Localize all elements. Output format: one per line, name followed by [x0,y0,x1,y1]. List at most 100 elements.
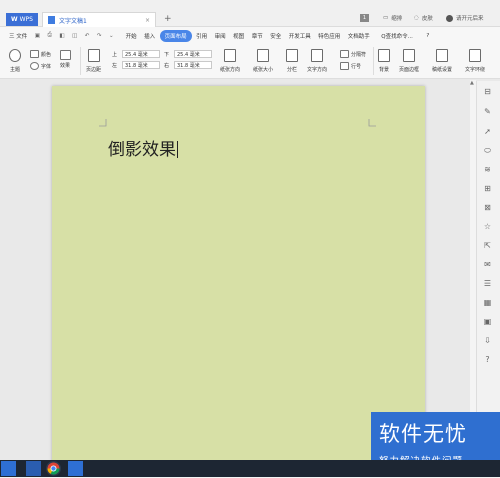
skin-icon: ◌ [414,15,419,21]
page-border-button[interactable]: 页面边框 [399,49,419,73]
font-icon [30,62,39,70]
background-button[interactable]: 背景 [378,49,390,73]
undo-icon[interactable]: ↶ [82,31,93,41]
effect-icon [60,50,71,60]
start-icon[interactable] [1,461,16,476]
paper-size-button[interactable]: 纸张大小 [253,49,273,73]
background-label: 背景 [378,67,389,73]
tab-developer[interactable]: 开发工具 [286,30,314,42]
margin-left-input[interactable]: 31.8 毫米 [122,61,160,69]
save-icon[interactable]: ▣ [32,31,43,41]
share-icon[interactable]: ⇱ [483,241,492,250]
tab-references[interactable]: 引用 [193,30,210,42]
margin-right-field[interactable]: 右 31.8 毫米 [164,61,212,69]
tab-insert[interactable]: 插入 [141,30,158,42]
edit-icon[interactable]: ✎ [483,107,492,116]
color-button[interactable]: 颜色 [30,50,51,58]
text-wrap-label: 文字环绕 [465,67,486,73]
margins-icon [87,49,100,62]
document-icon [48,16,55,24]
effect-button[interactable]: 效果 [60,62,70,69]
tab-page-layout[interactable]: 页面布局 [159,29,192,42]
account-item[interactable]: 请开元后来 [446,14,484,22]
image-icon[interactable]: ▣ [483,317,492,326]
text-caret [177,141,178,158]
style-icon[interactable]: ⊠ [483,203,492,212]
text-direction-button[interactable]: 文字方向 [307,49,327,73]
theme-button[interactable]: 主题 [9,49,21,73]
color-icon [30,50,39,58]
orientation-button[interactable]: 纸张方向 [220,49,240,73]
close-tab-icon[interactable]: × [145,17,150,24]
line-numbers-button[interactable]: 行号 [340,62,361,70]
adjust-icon[interactable]: ≋ [483,165,492,174]
select-cursor-icon[interactable]: ➚ [483,127,492,136]
help-circle-icon[interactable]: ? [483,355,492,364]
open-icon[interactable]: ⎙ [44,30,54,41]
font-label: 字体 [41,63,52,70]
tab-security[interactable]: 安全 [267,30,284,42]
collapse-sidebar-icon[interactable]: ⊟ [483,87,492,96]
page-border-label: 页面边框 [399,67,420,73]
wps-taskbar-icon[interactable] [68,461,83,476]
breaks-label: 分隔符 [351,51,367,58]
margin-bottom-input[interactable]: 25.4 毫米 [174,50,212,58]
paper-setup-label: 稿纸设置 [432,67,453,73]
table-icon[interactable]: ▦ [483,298,492,307]
mail-icon[interactable]: ✉ [483,260,492,269]
wps-app-tab[interactable]: W WPS [6,13,38,26]
document-body-text[interactable]: 倒影效果 [108,135,178,160]
margin-left-field[interactable]: 左 31.8 毫米 [112,61,160,69]
quick-access-chevron-icon[interactable]: ⌄ [106,31,117,41]
minimize-mode-item[interactable]: ▭ 缩排 [383,14,402,22]
document-tab[interactable]: 文字文稿1 × [42,12,156,27]
page-border-icon [403,49,415,62]
notification-badge: 1 [360,14,369,22]
shape-icon[interactable]: ⬭ [483,146,492,155]
document-tab-label: 文字文稿1 [59,17,87,25]
margin-right-input[interactable]: 31.8 毫米 [174,61,212,69]
tab-doc-assistant[interactable]: 文档助手 [345,30,373,42]
scroll-up-arrow-icon[interactable]: ▲ [470,80,474,86]
star-icon[interactable]: ☆ [483,222,492,231]
margin-top-input[interactable]: 25.4 毫米 [122,50,160,58]
list-icon[interactable]: ☰ [483,279,492,288]
columns-button[interactable]: 分栏 [286,49,298,73]
color-label: 颜色 [41,51,52,58]
redo-icon[interactable]: ↷ [94,31,105,41]
format-icon[interactable]: ⊞ [483,184,492,193]
new-tab-button[interactable]: + [164,14,172,24]
breaks-button[interactable]: 分隔符 [340,50,366,58]
font-button[interactable]: 字体 [30,62,51,70]
help-icon[interactable]: ? [423,31,432,41]
tab-view[interactable]: 视图 [230,30,247,42]
print-icon[interactable]: ◧ [56,31,67,41]
theme-label: 主题 [9,67,20,73]
tab-special-apps[interactable]: 特色应用 [315,30,343,42]
line-numbers-label: 行号 [351,63,362,70]
orientation-label: 纸张方向 [220,67,241,73]
file-menu[interactable]: 三 文件 [6,30,30,42]
margin-bottom-field[interactable]: 下 25.4 毫米 [164,50,212,58]
minimize-mode-label: 缩排 [391,16,403,22]
margin-top-field[interactable]: 上 25.4 毫米 [112,50,160,58]
download-icon[interactable]: ⇩ [483,336,492,345]
taskbar-app-icon[interactable] [26,461,41,476]
columns-icon [286,49,298,62]
effect-button-icon[interactable] [60,50,71,60]
tab-home[interactable]: 开始 [123,30,140,42]
skin-item[interactable]: ◌ 皮肤 [414,14,433,22]
text-wrap-button[interactable]: 文字环绕 [465,49,485,73]
taskbar [0,460,500,477]
tab-section[interactable]: 章节 [249,30,266,42]
line-numbers-icon [340,62,349,70]
command-search[interactable]: Q查找命令... [378,30,416,42]
effect-label: 效果 [60,63,71,69]
badge-count[interactable]: 1 [360,14,369,22]
tab-review[interactable]: 审阅 [212,30,229,42]
layout-icon: ▭ [383,15,389,21]
margins-button[interactable]: 页边距 [86,49,101,73]
paper-setup-button[interactable]: 稿纸设置 [432,49,452,73]
browser-icon[interactable] [46,461,61,476]
preview-icon[interactable]: ◫ [69,31,80,41]
